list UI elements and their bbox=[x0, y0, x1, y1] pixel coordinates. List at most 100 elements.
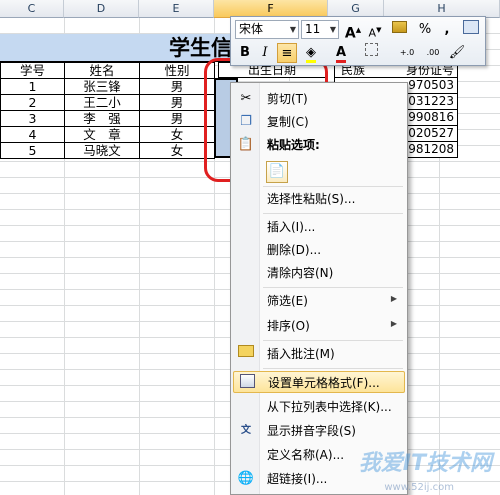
menu-item-label: 显示拼音字段(S) bbox=[267, 424, 356, 438]
grow-font-button[interactable]: A▲ bbox=[343, 20, 363, 42]
paint-bucket-icon: ◈ bbox=[306, 45, 316, 63]
menu-item-filter[interactable]: 筛选(E) ▶ bbox=[233, 290, 405, 312]
menu-item-phonetic[interactable]: 文 显示拼音字段(S) bbox=[233, 420, 405, 442]
paste-icon: 📄 bbox=[268, 164, 286, 179]
format-painter-button[interactable]: 🖌 bbox=[447, 43, 467, 63]
context-menu: ✂ 剪切(T) ❐ 复制(C) 📋 粘贴选项: 📄 选择性粘贴(S)... 插入… bbox=[230, 82, 408, 495]
menu-item-insert-comment[interactable]: 插入批注(M) bbox=[233, 343, 405, 365]
menu-item-label: 定义名称(A)... bbox=[267, 448, 345, 462]
cell-id[interactable]: 1 bbox=[0, 78, 65, 95]
menu-item-label: 插入批注(M) bbox=[267, 347, 335, 361]
cell-name[interactable]: 李 强 bbox=[64, 110, 140, 127]
menu-item-label: 清除内容(N) bbox=[267, 266, 334, 280]
menu-item-paste-special[interactable]: 选择性粘贴(S)... bbox=[233, 188, 405, 210]
italic-button[interactable]: I bbox=[255, 43, 275, 63]
menu-separator bbox=[263, 213, 403, 214]
borders-button[interactable] bbox=[361, 43, 381, 63]
merge-center-button[interactable] bbox=[461, 20, 481, 40]
column-header-d[interactable]: D bbox=[64, 0, 139, 18]
accounting-format-icon bbox=[391, 21, 407, 33]
menu-item-sort[interactable]: 排序(O) ▶ bbox=[233, 315, 405, 337]
menu-item-label: 排序(O) bbox=[267, 319, 310, 333]
cell-id[interactable]: 5 bbox=[0, 142, 65, 159]
table-row: 2 王二小 男 bbox=[0, 94, 215, 111]
header-name[interactable]: 姓名 bbox=[64, 62, 140, 79]
menu-item-delete[interactable]: 删除(D)... bbox=[233, 239, 405, 261]
menu-item-label: 设置单元格格式(F)... bbox=[268, 376, 380, 390]
cell-name[interactable]: 马晓文 bbox=[64, 142, 140, 159]
shrink-font-button[interactable]: A▼ bbox=[365, 20, 385, 40]
watermark-url: www.52ij.com bbox=[384, 482, 454, 493]
menu-item-label: 筛选(E) bbox=[267, 294, 308, 308]
watermark-logo: 我爱IT技术网 bbox=[358, 451, 492, 476]
copy-icon: ❐ bbox=[240, 114, 252, 129]
merge-center-icon bbox=[463, 20, 479, 34]
table-row: 5 马晓文 女 bbox=[0, 142, 215, 159]
table-row: 3 李 强 男 bbox=[0, 110, 215, 127]
font-color-button[interactable]: A bbox=[331, 43, 351, 63]
chevron-down-icon: ▼ bbox=[329, 25, 336, 34]
menu-item-format-cells[interactable]: 设置单元格格式(F)... bbox=[233, 371, 405, 393]
hyperlink-icon: 🌐 bbox=[237, 471, 255, 486]
fill-color-button[interactable]: ◈ bbox=[301, 43, 321, 63]
submenu-arrow-icon: ▶ bbox=[390, 294, 397, 303]
table-row: 1 张三锋 男 bbox=[0, 78, 215, 95]
student-table: 学号 姓名 性别 1 张三锋 男 2 王二小 男 3 李 强 男 4 文 章 女… bbox=[0, 62, 215, 159]
column-header-c[interactable]: C bbox=[0, 0, 64, 18]
format-cells-icon bbox=[238, 374, 256, 392]
menu-item-label: 复制(C) bbox=[267, 115, 309, 129]
increase-decimal-button[interactable]: +.0 bbox=[395, 43, 419, 63]
column-header-e[interactable]: E bbox=[139, 0, 214, 18]
cell-name[interactable]: 张三锋 bbox=[64, 78, 140, 95]
menu-item-paste-options: 📋 粘贴选项: bbox=[233, 134, 405, 156]
percent-style-button[interactable]: % bbox=[415, 20, 435, 40]
menu-item-label: 删除(D)... bbox=[267, 243, 322, 257]
menu-item-copy[interactable]: ❐ 复制(C) bbox=[233, 111, 405, 133]
menu-separator bbox=[263, 287, 403, 288]
menu-separator bbox=[263, 340, 403, 341]
header-student-id[interactable]: 学号 bbox=[0, 62, 65, 79]
cell-id[interactable]: 3 bbox=[0, 110, 65, 127]
decrease-decimal-button[interactable]: .00 bbox=[421, 43, 445, 63]
font-color-icon: A bbox=[335, 45, 347, 63]
menu-separator bbox=[263, 368, 403, 369]
menu-item-label: 超链接(I)... bbox=[267, 472, 328, 486]
paste-button[interactable]: 📄 bbox=[266, 161, 288, 183]
menu-item-label: 粘贴选项: bbox=[267, 138, 320, 152]
cell-name[interactable]: 文 章 bbox=[64, 126, 140, 143]
clipboard-icon: 📋 bbox=[237, 137, 255, 152]
center-align-button[interactable]: ≡ bbox=[277, 43, 297, 63]
menu-separator bbox=[263, 186, 403, 187]
scissors-icon: ✂ bbox=[240, 91, 252, 106]
table-row: 4 文 章 女 bbox=[0, 126, 215, 143]
font-name-value: 宋体 bbox=[239, 22, 264, 36]
menu-item-cut[interactable]: ✂ 剪切(T) bbox=[233, 88, 405, 110]
grow-font-icon: A bbox=[344, 25, 356, 42]
font-name-combo[interactable]: 宋体 ▼ bbox=[235, 20, 299, 39]
menu-item-insert[interactable]: 插入(I)... bbox=[233, 216, 405, 238]
menu-item-label: 剪切(T) bbox=[267, 92, 308, 106]
mini-toolbar: 宋体 ▼ 11 ▼ A▲ A▼ % , B I ≡ ◈ A +.0 .00 🖌 bbox=[230, 16, 486, 66]
menu-item-label: 从下拉列表中选择(K)... bbox=[267, 400, 392, 414]
cell-id[interactable]: 2 bbox=[0, 94, 65, 111]
menu-item-pick-from-list[interactable]: 从下拉列表中选择(K)... bbox=[233, 396, 405, 418]
shrink-font-icon: A bbox=[368, 26, 377, 40]
font-size-value: 11 bbox=[305, 22, 321, 36]
cell-id[interactable]: 4 bbox=[0, 126, 65, 143]
sheet-title-cell[interactable]: 学生信 bbox=[0, 34, 238, 62]
menu-item-clear-contents[interactable]: 清除内容(N) bbox=[233, 262, 405, 284]
chevron-down-icon: ▼ bbox=[289, 25, 296, 34]
accounting-format-button[interactable] bbox=[389, 20, 409, 40]
bold-button[interactable]: B bbox=[235, 43, 255, 63]
submenu-arrow-icon: ▶ bbox=[390, 319, 397, 328]
table-header-row: 学号 姓名 性别 bbox=[0, 62, 215, 79]
phonetic-icon: 文 bbox=[241, 425, 251, 436]
align-center-icon: ≡ bbox=[281, 46, 293, 61]
cell-name[interactable]: 王二小 bbox=[64, 94, 140, 111]
menu-item-label: 选择性粘贴(S)... bbox=[267, 192, 356, 206]
borders-icon bbox=[364, 43, 378, 56]
comment-icon bbox=[237, 345, 255, 363]
menu-item-label: 插入(I)... bbox=[267, 220, 316, 234]
comma-style-button[interactable]: , bbox=[437, 20, 457, 40]
font-size-combo[interactable]: 11 ▼ bbox=[301, 20, 339, 39]
